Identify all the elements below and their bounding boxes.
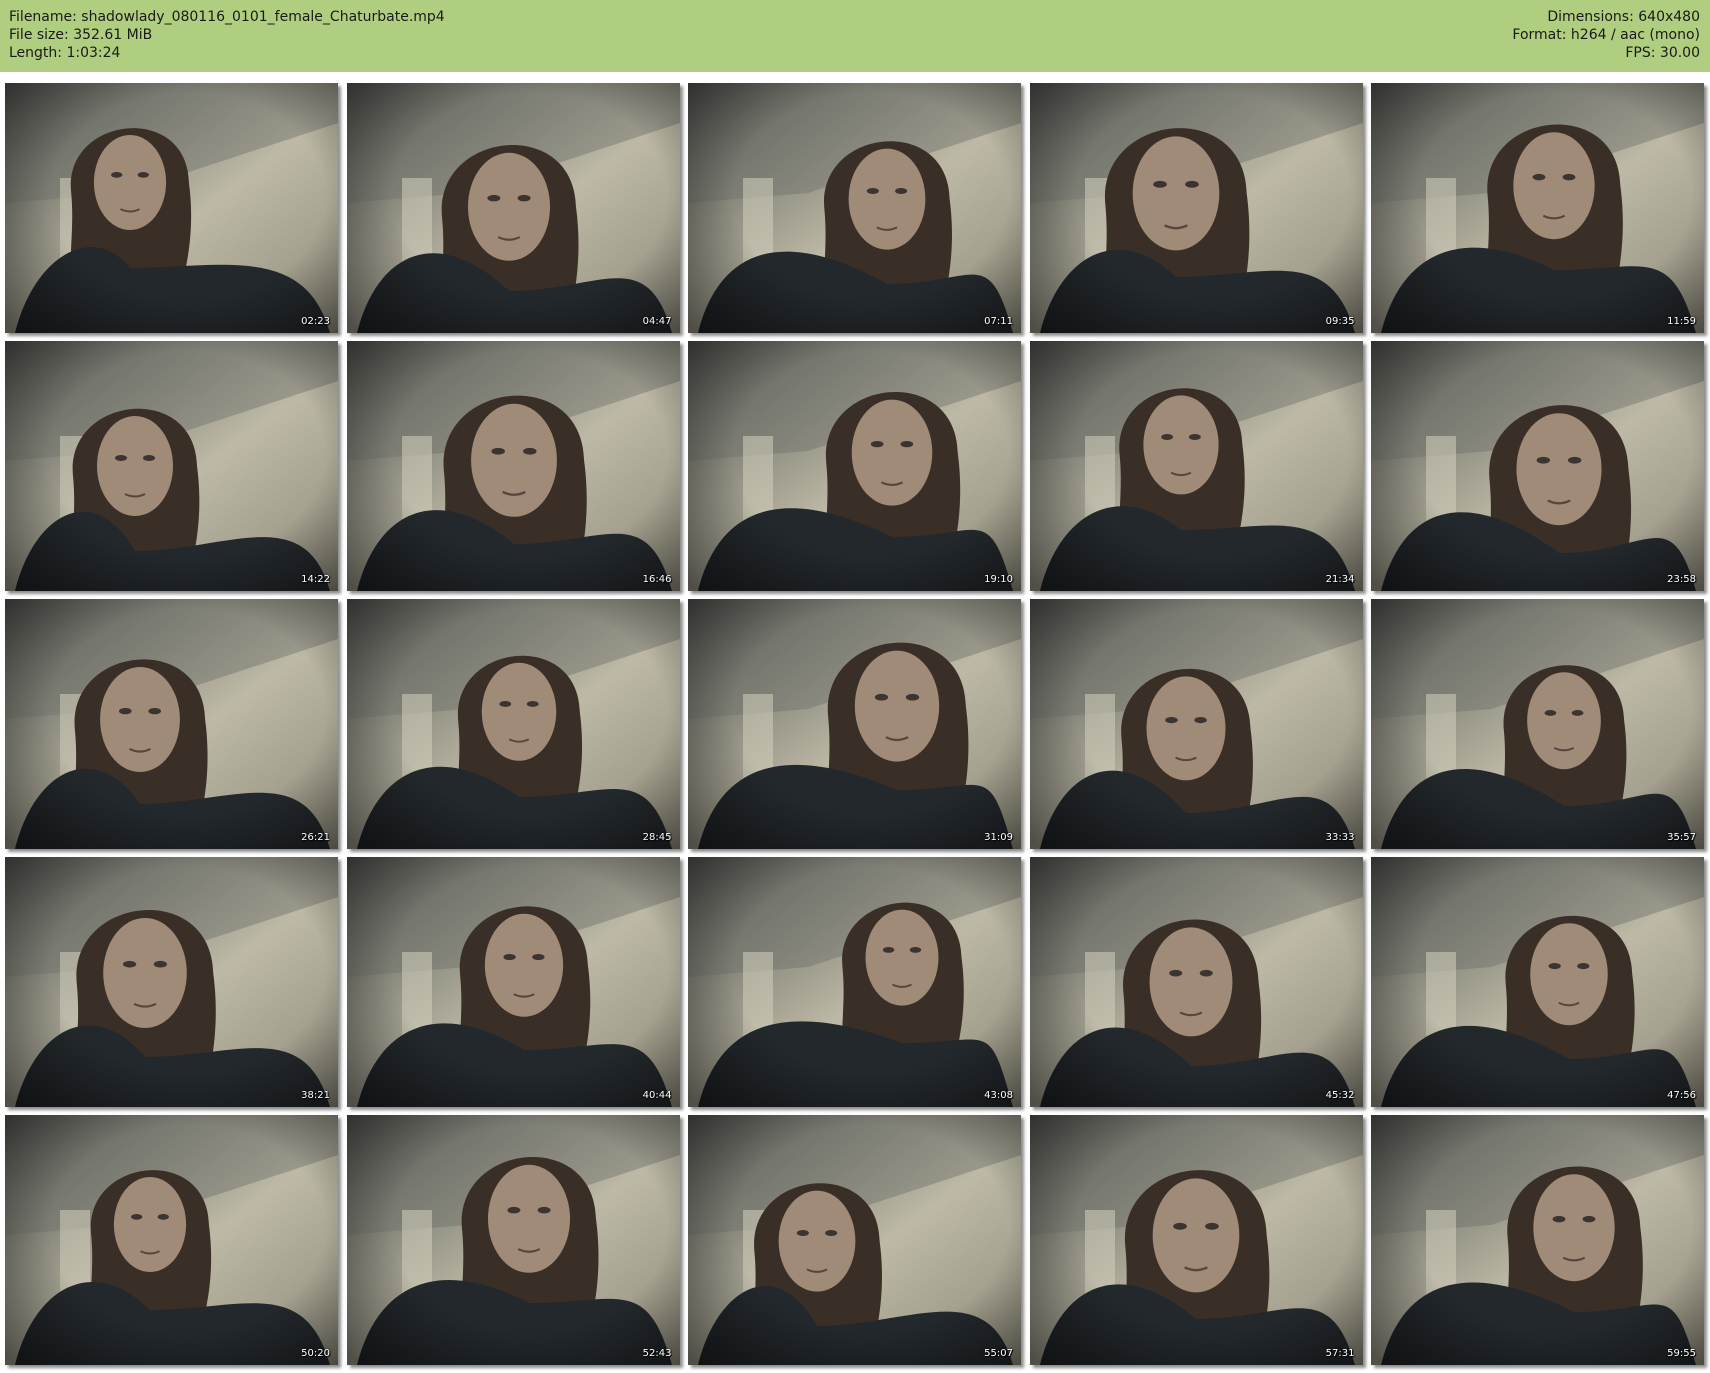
video-frame-image bbox=[346, 341, 680, 591]
info-header: Filename: shadowlady_080116_0101_female_… bbox=[0, 0, 1710, 72]
timestamp-label: 26:21 bbox=[301, 832, 330, 843]
length-label: Length: 1:03:24 bbox=[9, 45, 121, 61]
timestamp-label: 16:46 bbox=[642, 574, 672, 585]
video-frame-image bbox=[5, 857, 338, 1107]
thumbnail: 14:22 bbox=[5, 341, 338, 591]
thumbnail: 52:43 bbox=[346, 1115, 680, 1365]
thumbnail: 02:23 bbox=[5, 83, 338, 333]
thumbnail: 47:56 bbox=[1371, 857, 1704, 1107]
video-frame-image bbox=[5, 83, 338, 333]
video-frame-image bbox=[688, 83, 1021, 333]
timestamp-label: 33:33 bbox=[1325, 832, 1355, 843]
video-frame-image bbox=[346, 599, 680, 849]
video-frame-image bbox=[1371, 83, 1704, 333]
video-frame-image bbox=[5, 341, 338, 591]
thumbnail: 07:11 bbox=[688, 83, 1021, 333]
thumbnail: 55:07 bbox=[688, 1115, 1021, 1365]
timestamp-label: 40:44 bbox=[642, 1090, 672, 1101]
video-frame-image bbox=[346, 857, 680, 1107]
video-frame-image bbox=[688, 599, 1021, 849]
video-frame-image bbox=[1029, 341, 1363, 591]
timestamp-label: 31:09 bbox=[984, 832, 1013, 843]
thumbnail: 33:33 bbox=[1029, 599, 1363, 849]
timestamp-label: 19:10 bbox=[984, 574, 1013, 585]
thumbnail: 19:10 bbox=[688, 341, 1021, 591]
thumbnail-grid: 02:23 04:47 07:11 09:35 11:59 14:22 16:46 19:10… bbox=[0, 72, 1710, 1373]
thumbnail: 16:46 bbox=[346, 341, 680, 591]
video-frame-image bbox=[1029, 1115, 1363, 1365]
thumbnail: 57:31 bbox=[1029, 1115, 1363, 1365]
thumbnail: 26:21 bbox=[5, 599, 338, 849]
thumbnail: 31:09 bbox=[688, 599, 1021, 849]
thumbnail: 11:59 bbox=[1371, 83, 1704, 333]
video-frame-image bbox=[1371, 341, 1704, 591]
timestamp-label: 50:20 bbox=[301, 1348, 330, 1359]
fps-label: FPS: 30.00 bbox=[1625, 45, 1700, 61]
thumbnail: 38:21 bbox=[5, 857, 338, 1107]
timestamp-label: 09:35 bbox=[1325, 316, 1355, 327]
timestamp-label: 28:45 bbox=[642, 832, 672, 843]
timestamp-label: 04:47 bbox=[642, 316, 672, 327]
thumbnail: 59:55 bbox=[1371, 1115, 1704, 1365]
timestamp-label: 57:31 bbox=[1325, 1348, 1355, 1359]
file-info: Filename: shadowlady_080116_0101_female_… bbox=[9, 8, 445, 62]
timestamp-label: 59:55 bbox=[1667, 1348, 1696, 1359]
timestamp-label: 47:56 bbox=[1667, 1090, 1696, 1101]
thumbnail: 40:44 bbox=[346, 857, 680, 1107]
video-frame-image bbox=[5, 599, 338, 849]
video-frame-image bbox=[688, 1115, 1021, 1365]
timestamp-label: 23:58 bbox=[1667, 574, 1696, 585]
thumbnail: 45:32 bbox=[1029, 857, 1363, 1107]
video-frame-image bbox=[1371, 1115, 1704, 1365]
timestamp-label: 52:43 bbox=[642, 1348, 672, 1359]
filesize-label: File size: 352.61 MiB bbox=[9, 27, 153, 43]
thumbnail: 04:47 bbox=[346, 83, 680, 333]
thumbnail: 50:20 bbox=[5, 1115, 338, 1365]
timestamp-label: 21:34 bbox=[1325, 574, 1355, 585]
timestamp-label: 14:22 bbox=[301, 574, 330, 585]
video-frame-image bbox=[1029, 83, 1363, 333]
filename-label: Filename: shadowlady_080116_0101_female_… bbox=[9, 9, 445, 25]
timestamp-label: 38:21 bbox=[301, 1090, 330, 1101]
thumbnail: 09:35 bbox=[1029, 83, 1363, 333]
thumbnail: 43:08 bbox=[688, 857, 1021, 1107]
timestamp-label: 55:07 bbox=[984, 1348, 1013, 1359]
thumbnail: 35:57 bbox=[1371, 599, 1704, 849]
video-frame-image bbox=[346, 83, 680, 333]
timestamp-label: 35:57 bbox=[1667, 832, 1696, 843]
video-frame-image bbox=[688, 857, 1021, 1107]
timestamp-label: 43:08 bbox=[984, 1090, 1013, 1101]
video-frame-image bbox=[688, 341, 1021, 591]
thumbnail: 21:34 bbox=[1029, 341, 1363, 591]
format-label: Format: h264 / aac (mono) bbox=[1512, 27, 1700, 43]
video-frame-image bbox=[1371, 857, 1704, 1107]
timestamp-label: 02:23 bbox=[301, 316, 330, 327]
thumbnail: 28:45 bbox=[346, 599, 680, 849]
video-frame-image bbox=[1371, 599, 1704, 849]
video-frame-image bbox=[1029, 599, 1363, 849]
stream-info: Dimensions: 640x480 Format: h264 / aac (… bbox=[1512, 8, 1700, 62]
video-frame-image bbox=[346, 1115, 680, 1365]
video-frame-image bbox=[5, 1115, 338, 1365]
dimensions-label: Dimensions: 640x480 bbox=[1547, 9, 1700, 25]
thumbnail: 23:58 bbox=[1371, 341, 1704, 591]
timestamp-label: 11:59 bbox=[1667, 316, 1696, 327]
video-frame-image bbox=[1029, 857, 1363, 1107]
timestamp-label: 07:11 bbox=[984, 316, 1013, 327]
timestamp-label: 45:32 bbox=[1325, 1090, 1355, 1101]
